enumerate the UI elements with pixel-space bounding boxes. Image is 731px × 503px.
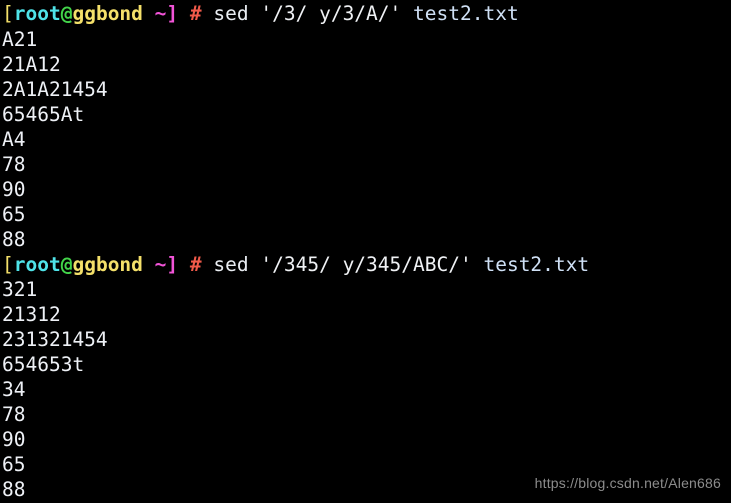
command-line: [root@ggbond ~]_#_sed_'/345/ y/345/ABC/'… (2, 252, 731, 277)
output-text: 65 (2, 203, 26, 226)
output-text: 78 (2, 153, 26, 176)
output-text: 78 (2, 403, 26, 426)
prompt-path: ~ (142, 2, 167, 25)
output-line: 34 (2, 377, 731, 402)
prompt-bracket-open: [ (2, 2, 14, 25)
output-line: 231321454 (2, 327, 731, 352)
output-text: 34 (2, 378, 26, 401)
output-text: 65465At (2, 103, 85, 126)
output-text: 2A1A21454 (2, 78, 108, 101)
prompt-user: root (13, 2, 61, 25)
prompt-host: ggbond (72, 2, 143, 25)
output-text: 321 (2, 278, 38, 301)
output-line: 90 (2, 427, 731, 452)
output-text: 21A12 (2, 53, 61, 76)
output-line: 78 (2, 402, 731, 427)
cmd-spacer-2: _ (249, 253, 261, 276)
output-line: 65 (2, 202, 731, 227)
command-line: [root@ggbond ~]_#_sed_'/3/ y/3/A/'_test2… (2, 0, 731, 27)
terminal-screen[interactable]: [root@ggbond ~]_#_sed_'/3/ y/3/A/'_test2… (2, 0, 731, 503)
output-text: 88 (2, 478, 26, 501)
cmd-spacer-3: _ (401, 2, 413, 25)
cmd-spacer-3: _ (472, 253, 484, 276)
command-script-arg: '/345/ y/345/ABC/' (260, 253, 472, 276)
output-text: 654653t (2, 353, 85, 376)
prompt-at-symbol: @ (60, 253, 73, 276)
command-script-arg: '/3/ y/3/A/' (260, 2, 402, 25)
output-text: 88 (2, 228, 26, 251)
watermark: https://blog.csdn.net/Alen686 (534, 475, 721, 491)
prompt-hash: # (189, 253, 202, 276)
prompt-at-symbol: @ (60, 2, 73, 25)
output-line: 78 (2, 152, 731, 177)
prompt-host: ggbond (72, 253, 143, 276)
cmd-spacer-1: _ (202, 253, 214, 276)
cmd-spacer-2: _ (249, 2, 261, 25)
output-text: 231321454 (2, 328, 108, 351)
output-text: 65 (2, 453, 26, 476)
output-text: 90 (2, 428, 26, 451)
cmd-spacer-1: _ (202, 2, 214, 25)
output-text: A4 (2, 128, 26, 151)
output-line: 654653t (2, 352, 731, 377)
prompt-path: ~ (142, 253, 167, 276)
output-text: A21 (2, 28, 38, 51)
output-text: 21312 (2, 303, 61, 326)
prompt-bracket-open: [ (2, 253, 14, 276)
prompt-bracket-close: ] (166, 2, 179, 25)
output-line: 21312 (2, 302, 731, 327)
output-line: 2A1A21454 (2, 77, 731, 102)
command-file-arg: test2.txt (413, 2, 519, 25)
prompt-spacer: _ (178, 2, 190, 25)
prompt-hash: # (189, 2, 202, 25)
prompt-bracket-close: ] (166, 253, 179, 276)
command-name: sed (213, 253, 249, 276)
output-line: 65 (2, 452, 731, 477)
command-file-arg: test2.txt (483, 253, 590, 276)
prompt-spacer: _ (178, 253, 190, 276)
output-line: 90 (2, 177, 731, 202)
output-line: 65465At (2, 102, 731, 127)
output-line: 21A12 (2, 52, 731, 77)
terminal-window[interactable]: [root@ggbond ~]_#_sed_'/3/ y/3/A/'_test2… (0, 0, 731, 503)
output-text: 90 (2, 178, 26, 201)
output-line: A21 (2, 27, 731, 52)
output-line: 321 (2, 277, 731, 302)
prompt-user: root (13, 253, 61, 276)
output-line: 88 (2, 227, 731, 252)
output-line: A4 (2, 127, 731, 152)
command-name: sed (213, 2, 249, 25)
